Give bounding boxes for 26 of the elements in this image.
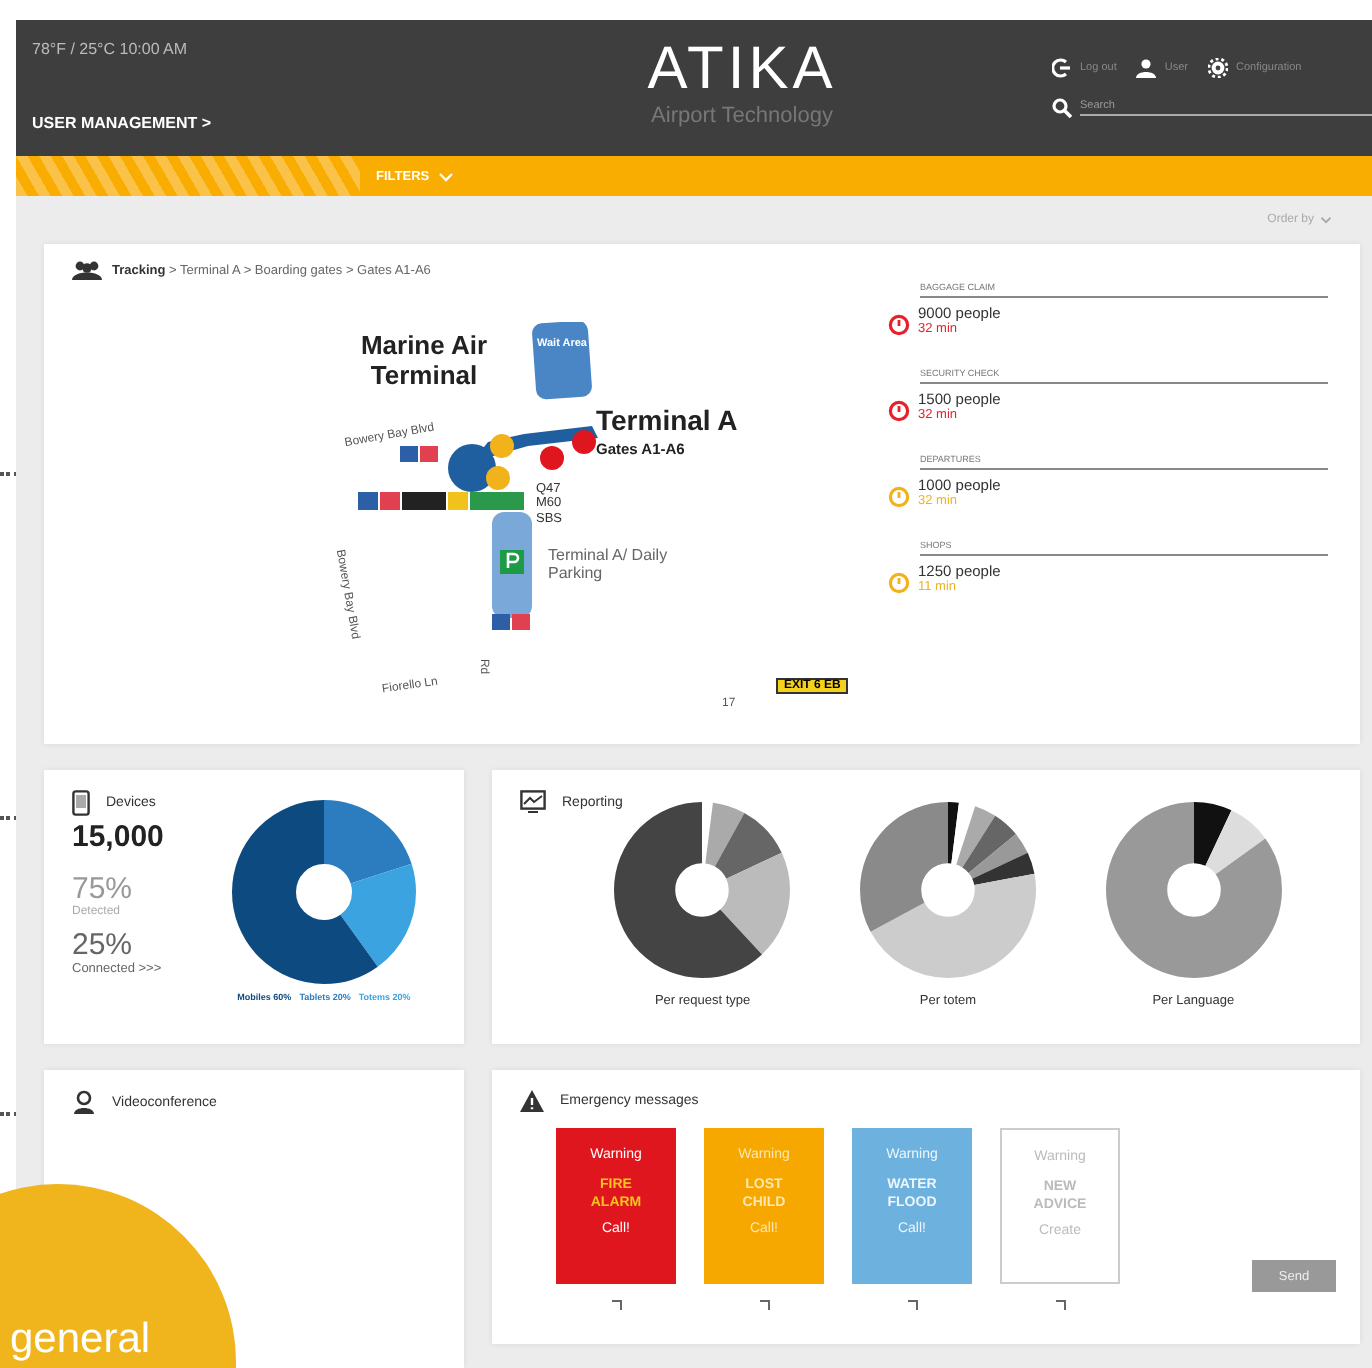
checkbox[interactable] (1055, 1300, 1065, 1310)
weather-time: 78°F / 25°C 10:00 AM (32, 40, 190, 58)
detected-percent: 75% (72, 874, 135, 906)
device-total: 15,000 (72, 820, 166, 854)
checkbox[interactable] (907, 1300, 917, 1310)
badge-text: general (10, 1316, 151, 1364)
connected-percent: 25% (72, 930, 135, 962)
map-label: Terminal A/ Daily Parking (548, 546, 670, 583)
user-icon (1136, 58, 1157, 78)
user-management-menu[interactable]: USER MANAGEMENT > (32, 114, 432, 132)
caret-icon (1320, 216, 1332, 224)
logout-icon (1052, 58, 1072, 78)
map-label: Terminal A (596, 404, 740, 437)
user-icon (72, 1090, 96, 1116)
tagline: Airport Technology (651, 104, 833, 128)
checkbox[interactable] (759, 1300, 769, 1310)
map-label: Marine Air Terminal (358, 332, 490, 392)
logo: ATIKA (647, 36, 837, 104)
checkbox[interactable] (611, 1300, 621, 1310)
caret-icon (437, 171, 454, 181)
warning-icon (520, 1090, 544, 1112)
search-icon (1052, 98, 1072, 118)
chart-icon (520, 790, 546, 814)
phone-icon (72, 790, 90, 816)
people-icon (72, 260, 104, 282)
settings-icon (1207, 58, 1228, 78)
